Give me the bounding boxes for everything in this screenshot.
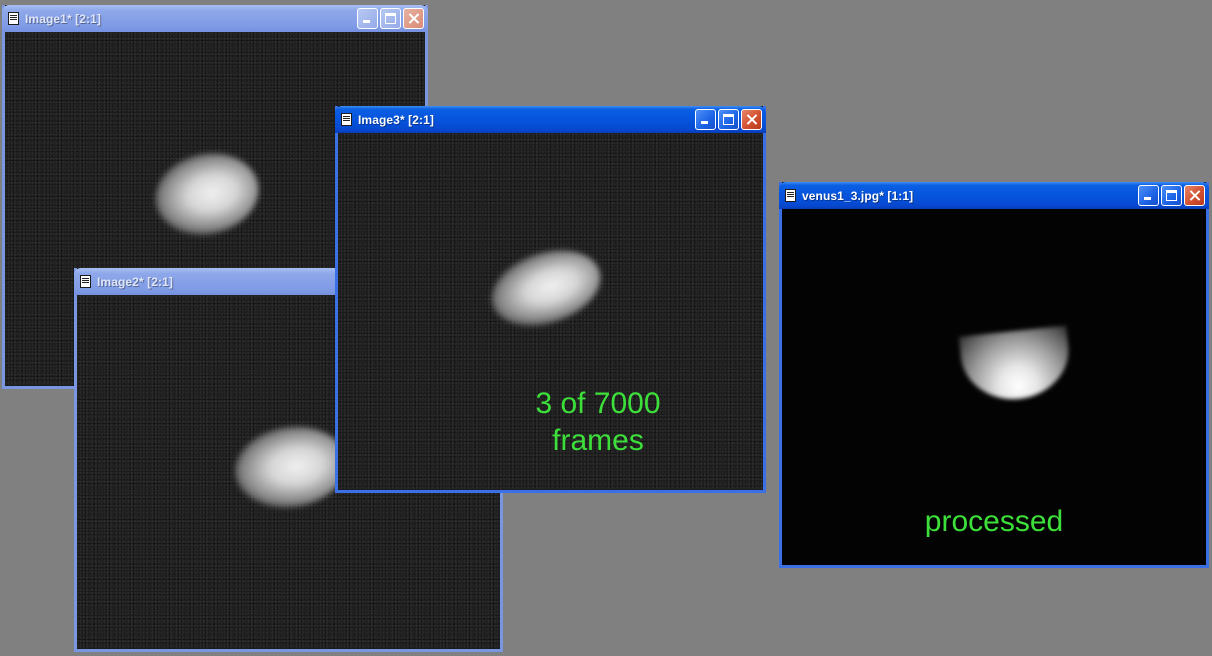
image1-titlebar[interactable]: Image1* [2:1] [2,5,428,32]
venus-window-controls [1138,185,1205,206]
maximize-button[interactable] [718,109,739,130]
processed-caption: processed [924,505,1064,538]
venus-canvas[interactable]: processed [782,209,1206,565]
frame-count-caption: 3 of 7000 frames [498,385,698,459]
maximize-button[interactable] [380,8,401,29]
document-icon[interactable] [785,189,796,202]
close-button[interactable] [1184,185,1205,206]
frames-line: frames [552,424,644,457]
venus-titlebar[interactable]: venus1_3.jpg* [1:1] [779,182,1209,209]
image3-window-controls [695,109,762,130]
document-icon[interactable] [80,275,91,288]
close-button[interactable] [403,8,424,29]
image1-title: Image1* [2:1] [25,11,101,26]
image3-titlebar[interactable]: Image3* [2:1] [335,106,766,133]
image3-planet-blob [481,237,611,339]
minimize-button[interactable] [357,8,378,29]
maximize-button[interactable] [1161,185,1182,206]
document-icon[interactable] [8,12,19,25]
image2-title: Image2* [2:1] [97,274,173,289]
image3-canvas[interactable]: 3 of 7000 frames [338,133,763,490]
venus-processed-image [958,325,1074,405]
minimize-button[interactable] [695,109,716,130]
venus-window[interactable]: venus1_3.jpg* [1:1] processed [779,182,1209,568]
image1-planet-blob [147,144,267,244]
image3-window[interactable]: Image3* [2:1] 3 of 7000 frames [335,106,766,493]
image3-title: Image3* [2:1] [358,112,434,127]
image1-window-controls [357,8,424,29]
image2-planet-blob [229,419,353,515]
document-icon[interactable] [341,113,352,126]
venus-title: venus1_3.jpg* [1:1] [802,188,914,203]
minimize-button[interactable] [1138,185,1159,206]
frame-count-line: 3 of 7000 [535,387,661,420]
close-button[interactable] [741,109,762,130]
